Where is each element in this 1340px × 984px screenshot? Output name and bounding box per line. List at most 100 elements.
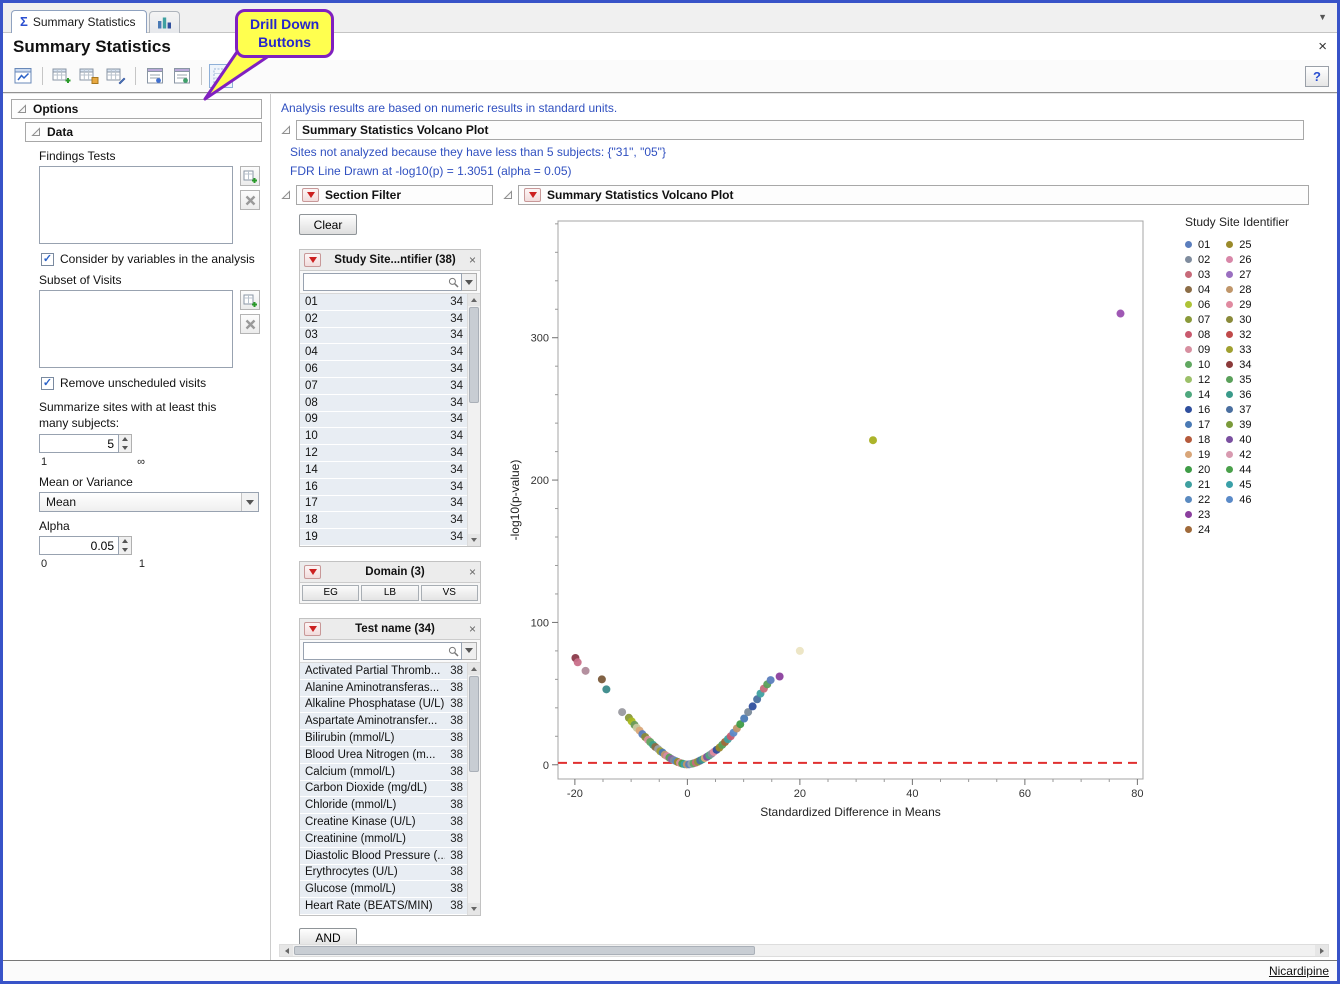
site-filter-row[interactable]: 0934 [300,412,467,429]
legend-item[interactable]: 24 [1185,522,1210,537]
legend-item[interactable]: 17 [1185,417,1210,432]
site-filter-row[interactable]: 1634 [300,479,467,496]
help-button[interactable]: ? [1305,66,1329,87]
domain-button-vs[interactable]: VS [421,585,478,601]
close-icon[interactable]: × [1318,38,1327,55]
data-table-copy-icon[interactable] [77,64,101,88]
domain-button-eg[interactable]: EG [302,585,359,601]
test-filter-row[interactable]: Alkaline Phosphatase (U/L)38 [300,697,467,714]
legend-item[interactable]: 22 [1185,492,1210,507]
disclosure-icon[interactable] [281,125,291,135]
volcano-plot-header[interactable]: Summary Statistics Volcano Plot [518,185,1309,205]
alpha-input[interactable] [39,536,119,555]
site-filter-row[interactable]: 1234 [300,445,467,462]
legend-item[interactable]: 19 [1185,447,1210,462]
scroll-thumb[interactable] [469,676,479,772]
legend-item[interactable]: 26 [1226,252,1251,267]
legend-item[interactable]: 40 [1226,432,1251,447]
red-triangle-menu-icon[interactable] [304,622,321,636]
test-filter-row[interactable]: Chloride (mmol/L)38 [300,797,467,814]
volcano-outline-header[interactable]: Summary Statistics Volcano Plot [296,120,1304,140]
horizontal-scrollbar[interactable] [279,944,1329,957]
domain-button-lb[interactable]: LB [361,585,418,601]
site-filter-row[interactable]: 1434 [300,462,467,479]
previous-report-icon[interactable] [143,64,167,88]
legend-item[interactable]: 20 [1185,462,1210,477]
data-point[interactable] [796,647,804,655]
site-filter-row[interactable]: 0334 [300,328,467,345]
volcano-plot[interactable]: 0100200300-20020406080Standardized Diffe… [503,211,1163,825]
legend-item[interactable]: 44 [1226,462,1251,477]
red-triangle-menu-icon[interactable] [304,253,321,267]
section-filter-header[interactable]: Section Filter [296,185,493,205]
site-search-dropdown-icon[interactable] [462,273,477,291]
test-filter-row[interactable]: Creatine Kinase (U/L)38 [300,814,467,831]
legend-item[interactable]: 21 [1185,477,1210,492]
subjects-input[interactable] [39,434,119,453]
test-search-dropdown-icon[interactable] [462,642,477,660]
tab-summary-statistics[interactable]: Σ Summary Statistics [11,10,147,33]
data-table-add-icon[interactable] [50,64,74,88]
site-filter-row[interactable]: 0434 [300,344,467,361]
test-filter-row[interactable]: Aspartate Aminotransfer...38 [300,713,467,730]
legend-item[interactable]: 02 [1185,252,1210,267]
site-filter-close-icon[interactable]: × [469,253,476,267]
consider-by-variables-checkbox[interactable]: ✓ [41,253,54,266]
test-filter-row[interactable]: Calcium (mmol/L)38 [300,764,467,781]
data-point[interactable] [869,436,877,444]
legend-item[interactable]: 34 [1226,357,1251,372]
site-filter-row[interactable]: 1034 [300,428,467,445]
site-filter-row[interactable]: 1934 [300,529,467,546]
test-filter-row[interactable]: Diastolic Blood Pressure (...38 [300,848,467,865]
site-filter-row[interactable]: 0234 [300,311,467,328]
add-visits-button[interactable] [240,290,260,310]
remove-visits-button[interactable] [240,314,260,334]
test-list-scrollbar[interactable] [467,663,480,915]
site-filter-row[interactable]: 1834 [300,512,467,529]
data-outline-header[interactable]: Data [25,122,262,142]
test-filter-row[interactable]: Erythrocytes (U/L)38 [300,865,467,882]
legend-item[interactable]: 42 [1226,447,1251,462]
scroll-left-icon[interactable] [280,945,293,956]
site-filter-row[interactable]: 0134 [300,294,467,311]
legend-item[interactable]: 08 [1185,327,1210,342]
tab-chart[interactable] [149,11,180,33]
red-triangle-menu-icon[interactable] [304,565,321,579]
red-triangle-menu-icon[interactable] [302,188,319,202]
disclosure-icon[interactable] [17,104,27,114]
dataset-link[interactable]: Nicardipine [1269,964,1329,978]
test-filter-row[interactable]: Blood Urea Nitrogen (m...38 [300,747,467,764]
data-point[interactable] [582,667,590,675]
legend-item[interactable]: 14 [1185,387,1210,402]
domain-filter-close-icon[interactable]: × [469,565,476,579]
legend-item[interactable]: 32 [1226,327,1251,342]
scroll-up-icon[interactable] [468,663,480,675]
legend-item[interactable]: 39 [1226,417,1251,432]
legend-item[interactable]: 46 [1226,492,1251,507]
data-point[interactable] [1117,310,1125,318]
clear-filter-button[interactable]: Clear [299,214,357,235]
legend-item[interactable]: 18 [1185,432,1210,447]
open-report-icon[interactable] [11,64,35,88]
site-filter-row[interactable]: 1734 [300,496,467,513]
disclosure-icon[interactable] [281,190,291,200]
test-filter-row[interactable]: Alanine Aminotransferas...38 [300,680,467,697]
legend-item[interactable]: 01 [1185,237,1210,252]
next-report-icon[interactable] [170,64,194,88]
test-filter-row[interactable]: Carbon Dioxide (mg/dL)38 [300,781,467,798]
legend-item[interactable]: 03 [1185,267,1210,282]
legend-item[interactable]: 16 [1185,402,1210,417]
subset-of-visits-listbox[interactable] [39,290,233,368]
site-list-scrollbar[interactable] [467,294,480,546]
add-findings-tests-button[interactable] [240,166,260,186]
findings-tests-listbox[interactable] [39,166,233,244]
remove-unscheduled-checkbox[interactable]: ✓ [41,377,54,390]
legend-item[interactable]: 10 [1185,357,1210,372]
legend-item[interactable]: 36 [1226,387,1251,402]
scroll-thumb[interactable] [469,307,479,403]
test-filter-row[interactable]: Creatinine (mmol/L)38 [300,831,467,848]
legend-item[interactable]: 06 [1185,297,1210,312]
data-point[interactable] [749,702,757,710]
scroll-thumb[interactable] [294,946,755,955]
scroll-up-icon[interactable] [468,294,480,306]
